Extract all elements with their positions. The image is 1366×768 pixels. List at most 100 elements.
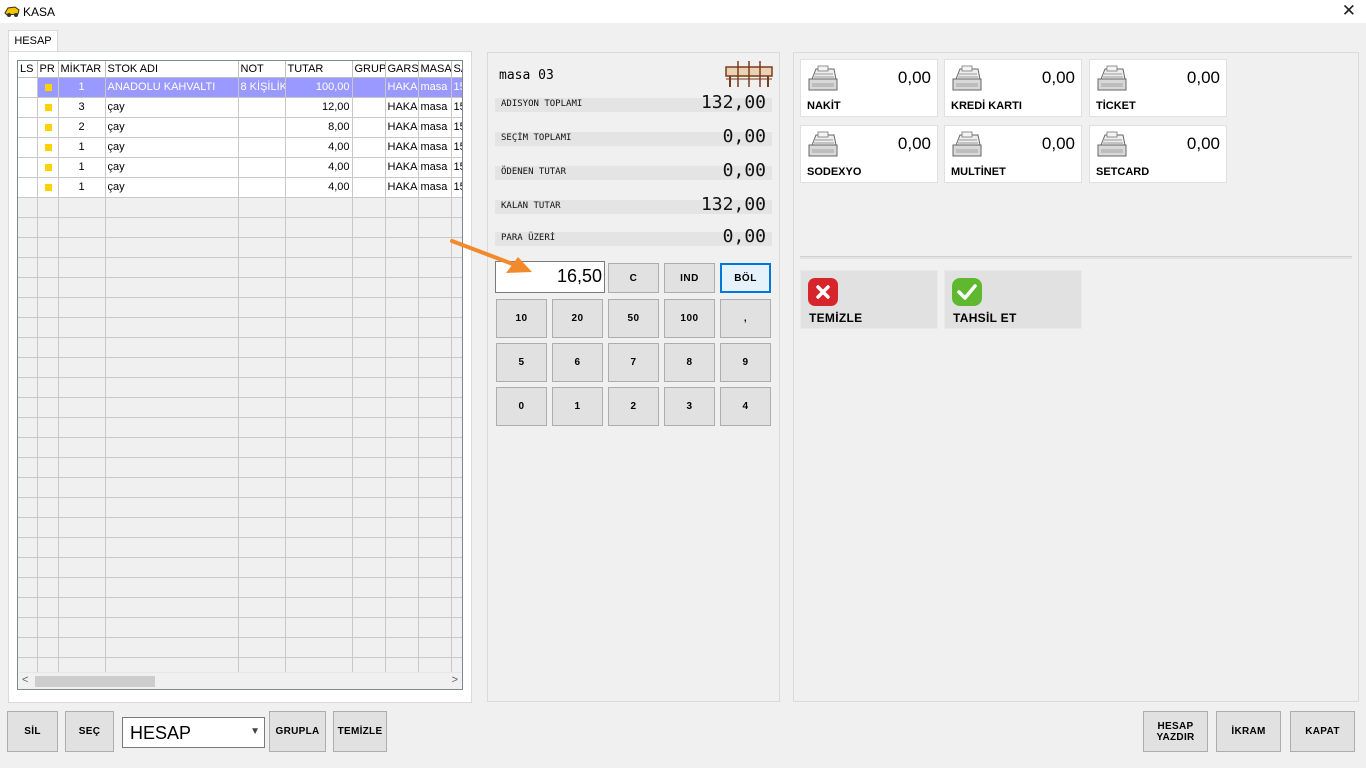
col-stok-adi[interactable]: STOK ADI xyxy=(105,61,239,78)
cell-gars[interactable]: HAKAN xyxy=(385,77,419,98)
payment-setcard[interactable]: 0,00 SETCARD xyxy=(1089,125,1227,183)
cell-stok[interactable]: çay xyxy=(105,157,239,178)
chevron-down-icon[interactable]: ▼ xyxy=(250,726,260,737)
treat-button[interactable]: İKRAM xyxy=(1216,711,1281,752)
cell-tutar[interactable]: 12,00 xyxy=(285,97,353,118)
keypad-5-button[interactable]: 5 xyxy=(496,343,547,382)
cell-miktar[interactable]: 1 xyxy=(58,137,106,158)
col-gars[interactable]: GARS xyxy=(385,61,419,78)
cell-stok[interactable]: ANADOLU KAHVALTI xyxy=(105,77,239,98)
account-select[interactable]: HESAP ▼ xyxy=(122,717,265,748)
close-button[interactable]: KAPAT xyxy=(1290,711,1355,752)
keypad-50-button[interactable]: 50 xyxy=(608,299,659,338)
cell-masa[interactable]: masa xyxy=(418,157,452,178)
cell-miktar[interactable]: 1 xyxy=(58,77,106,98)
cell-pr[interactable] xyxy=(37,137,59,158)
cell-grup[interactable] xyxy=(352,97,386,118)
cell-sa[interactable]: 15 xyxy=(451,177,462,198)
group-button[interactable]: GRUPLA xyxy=(269,711,326,752)
cell-miktar[interactable]: 2 xyxy=(58,117,106,138)
col-grup[interactable]: GRUP xyxy=(352,61,386,78)
cell-gars[interactable]: HAKAN xyxy=(385,117,419,138)
cell-tutar[interactable]: 4,00 xyxy=(285,157,353,178)
cell-ls[interactable] xyxy=(18,77,38,98)
keypad-100-button[interactable]: 100 xyxy=(664,299,715,338)
cell-masa[interactable]: masa xyxy=(418,177,452,198)
cell-sa[interactable]: 15 xyxy=(451,97,462,118)
cell-not[interactable] xyxy=(238,97,286,118)
keypad-3-button[interactable]: 3 xyxy=(664,387,715,426)
table-row[interactable]: 3çay 12,00 HAKANmasa15 xyxy=(18,97,462,118)
collect-payment-button[interactable]: TAHSİL ET xyxy=(944,270,1082,329)
cell-gars[interactable]: HAKAN xyxy=(385,157,419,178)
cell-pr[interactable] xyxy=(37,117,59,138)
cell-not[interactable] xyxy=(238,157,286,178)
print-bill-button[interactable]: HESAP YAZDIR xyxy=(1143,711,1208,752)
cell-miktar[interactable]: 3 xyxy=(58,97,106,118)
cell-gars[interactable]: HAKAN xyxy=(385,137,419,158)
cell-stok[interactable]: çay xyxy=(105,97,239,118)
keypad-4-button[interactable]: 4 xyxy=(720,387,771,426)
table-row[interactable]: 1çay 4,00 HAKANmasa15 xyxy=(18,177,462,198)
order-grid[interactable]: LS PR MİKTAR STOK ADI NOT TUTAR GRUP GAR… xyxy=(17,60,463,690)
cell-pr[interactable] xyxy=(37,97,59,118)
table-row[interactable]: 1çay 4,00 HAKANmasa15 xyxy=(18,157,462,178)
keypad-8-button[interactable]: 8 xyxy=(664,343,715,382)
cell-tutar[interactable]: 100,00 xyxy=(285,77,353,98)
close-icon[interactable]: ✕ xyxy=(1342,1,1356,21)
keypad-clear-button[interactable]: C xyxy=(608,263,659,293)
col-miktar[interactable]: MİKTAR xyxy=(58,61,106,78)
cell-not[interactable]: 8 KİŞİLİK xyxy=(238,77,286,98)
cell-sa[interactable]: 15 xyxy=(451,157,462,178)
payment-sodexyo[interactable]: 0,00 SODEXYO xyxy=(800,125,938,183)
col-not[interactable]: NOT xyxy=(238,61,286,78)
cell-ls[interactable] xyxy=(18,137,38,158)
keypad-20-button[interactable]: 20 xyxy=(552,299,603,338)
cell-not[interactable] xyxy=(238,117,286,138)
keypad-1-button[interactable]: 1 xyxy=(552,387,603,426)
cell-grup[interactable] xyxy=(352,157,386,178)
cell-tutar[interactable]: 4,00 xyxy=(285,177,353,198)
cell-tutar[interactable]: 4,00 xyxy=(285,137,353,158)
cell-pr[interactable] xyxy=(37,177,59,198)
col-ls[interactable]: LS xyxy=(18,61,38,78)
col-masa[interactable]: MASA xyxy=(418,61,452,78)
keypad-6-button[interactable]: 6 xyxy=(552,343,603,382)
cell-gars[interactable]: HAKAN xyxy=(385,97,419,118)
col-sa[interactable]: SA xyxy=(451,61,462,78)
cell-ls[interactable] xyxy=(18,177,38,198)
cell-sa[interactable]: 15 xyxy=(451,117,462,138)
keypad-10-button[interactable]: 10 xyxy=(496,299,547,338)
cell-masa[interactable]: masa xyxy=(418,117,452,138)
cell-tutar[interactable]: 8,00 xyxy=(285,117,353,138)
payment-ticket[interactable]: 0,00 TİCKET xyxy=(1089,59,1227,117)
keypad-0-button[interactable]: 0 xyxy=(496,387,547,426)
keypad-7-button[interactable]: 7 xyxy=(608,343,659,382)
tab-hesap[interactable]: HESAP xyxy=(8,30,58,52)
cell-stok[interactable]: çay xyxy=(105,177,239,198)
cell-gars[interactable]: HAKAN xyxy=(385,177,419,198)
clear-payment-button[interactable]: TEMİZLE xyxy=(800,270,938,329)
cell-ls[interactable] xyxy=(18,97,38,118)
horizontal-scrollbar[interactable]: < > xyxy=(18,672,462,689)
table-row[interactable]: 2çay 8,00 HAKANmasa15 xyxy=(18,117,462,138)
payment-nakit[interactable]: 0,00 NAKİT xyxy=(800,59,938,117)
col-pr[interactable]: PR xyxy=(37,61,59,78)
keypad-bol-button[interactable]: BÖL xyxy=(720,263,771,293)
cell-grup[interactable] xyxy=(352,137,386,158)
cell-sa[interactable]: 15 xyxy=(451,77,462,98)
table-row[interactable]: 1ANADOLU KAHVALTI8 KİŞİLİK100,00 HAKANmas… xyxy=(18,77,462,98)
payment-multinet[interactable]: 0,00 MULTİNET xyxy=(944,125,1082,183)
cell-not[interactable] xyxy=(238,177,286,198)
cell-sa[interactable]: 15 xyxy=(451,137,462,158)
keypad-ind-button[interactable]: IND xyxy=(664,263,715,293)
cell-stok[interactable]: çay xyxy=(105,117,239,138)
cell-ls[interactable] xyxy=(18,117,38,138)
cell-grup[interactable] xyxy=(352,77,386,98)
cell-ls[interactable] xyxy=(18,157,38,178)
cell-masa[interactable]: masa xyxy=(418,137,452,158)
clear-button[interactable]: TEMİZLE xyxy=(333,711,387,752)
select-button[interactable]: SEÇ xyxy=(65,711,114,752)
col-tutar[interactable]: TUTAR xyxy=(285,61,353,78)
cell-masa[interactable]: masa xyxy=(418,77,452,98)
